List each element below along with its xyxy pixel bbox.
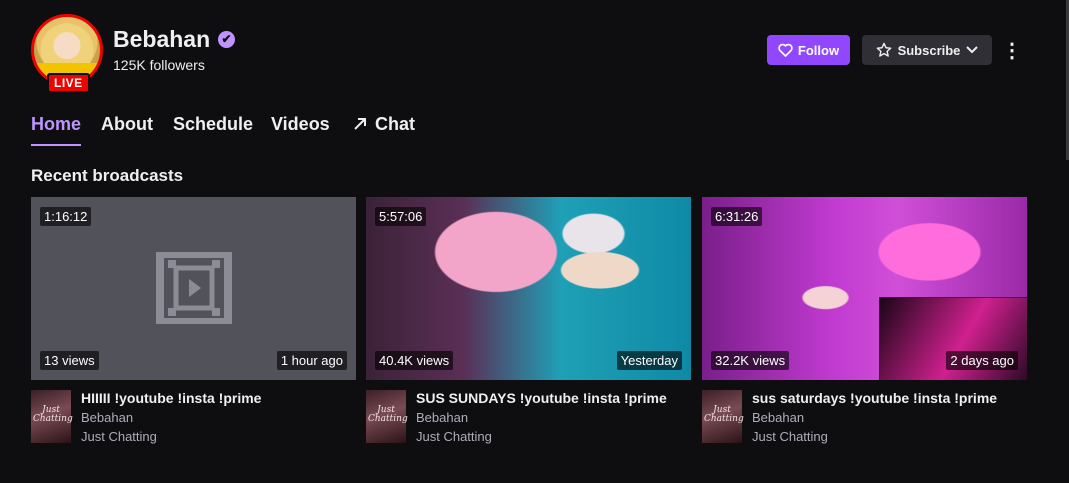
category-art-text: Just Chatting [704,405,744,424]
tab-label: Chat [375,114,415,134]
broadcast-channel[interactable]: Bebahan [81,410,133,425]
broadcast-card[interactable]: 6:31:26 32.2K views 2 days ago Just Chat… [702,197,1027,450]
follow-button[interactable]: Follow [767,35,850,65]
more-vertical-icon: ⋮ [1002,39,1022,62]
video-thumbnail[interactable]: 1:16:12 13 views 1 hour ago [31,197,356,380]
broadcast-channel[interactable]: Bebahan [752,410,804,425]
tab-about[interactable]: About [101,114,153,135]
tab-videos[interactable]: Videos [271,114,330,135]
category-art-text: Just Chatting [33,405,73,424]
live-badge: LIVE [47,73,90,93]
tab-label: Videos [271,114,330,134]
video-placeholder-icon [156,252,232,324]
tab-chat[interactable]: Chat [353,114,415,135]
follower-count: 125K followers [113,57,205,73]
external-arrow-icon [354,118,366,130]
tab-schedule[interactable]: Schedule [173,114,253,135]
tab-label: Home [31,114,82,134]
broadcast-channel[interactable]: Bebahan [416,410,468,425]
subscribe-button[interactable]: Subscribe [862,35,992,65]
tab-home[interactable]: Home [31,114,82,146]
views-badge: 13 views [40,351,99,370]
channel-name[interactable]: Bebahan [113,26,210,53]
video-thumbnail[interactable]: 6:31:26 32.2K views 2 days ago [702,197,1027,380]
subscribe-label: Subscribe [897,42,961,58]
broadcast-card[interactable]: 1:16:12 13 views 1 hour ago Just Chattin… [31,197,356,450]
broadcast-title[interactable]: SUS SUNDAYS !youtube !insta !prime [416,390,667,406]
category-thumbnail[interactable]: Just Chatting [366,390,408,443]
video-thumbnail[interactable]: 5:57:06 40.4K views Yesterday [366,197,691,380]
star-icon [876,42,891,57]
broadcast-title[interactable]: HIIIII !youtube !insta !prime [81,390,261,406]
broadcast-meta: Just Chatting HIIIII !youtube !insta !pr… [31,390,356,450]
broadcast-meta: Just Chatting sus saturdays !youtube !in… [702,390,1027,450]
channel-header: LIVE Bebahan ✔ 125K followers Follow Sub… [31,14,1051,94]
duration-badge: 5:57:06 [375,207,427,226]
section-title: Recent broadcasts [31,166,184,185]
views-badge: 40.4K views [375,351,454,370]
chevron-down-icon [966,46,979,54]
date-badge: Yesterday [616,351,682,370]
duration-badge: 6:31:26 [711,207,763,226]
broadcast-meta: Just Chatting SUS SUNDAYS !youtube !inst… [366,390,691,450]
tab-label: About [101,114,153,134]
broadcast-category[interactable]: Just Chatting [81,429,157,444]
duration-badge: 1:16:12 [40,207,92,226]
date-badge: 2 days ago [946,351,1018,370]
broadcast-category[interactable]: Just Chatting [416,429,492,444]
heart-icon [778,43,793,57]
broadcast-title[interactable]: sus saturdays !youtube !insta !prime [752,390,997,406]
views-badge: 32.2K views [711,351,790,370]
category-thumbnail[interactable]: Just Chatting [702,390,744,443]
active-tab-indicator [31,144,81,146]
category-art-text: Just Chatting [368,405,408,424]
channel-avatar[interactable]: LIVE [31,14,103,93]
broadcast-card[interactable]: 5:57:06 40.4K views Yesterday Just Chatt… [366,197,691,450]
date-badge: 1 hour ago [276,351,347,370]
tab-label: Schedule [173,114,254,134]
verified-icon: ✔ [218,31,235,48]
broadcast-category[interactable]: Just Chatting [752,429,828,444]
more-options-button[interactable]: ⋮ [1002,35,1022,65]
follow-label: Follow [797,42,840,58]
category-thumbnail[interactable]: Just Chatting [31,390,73,443]
